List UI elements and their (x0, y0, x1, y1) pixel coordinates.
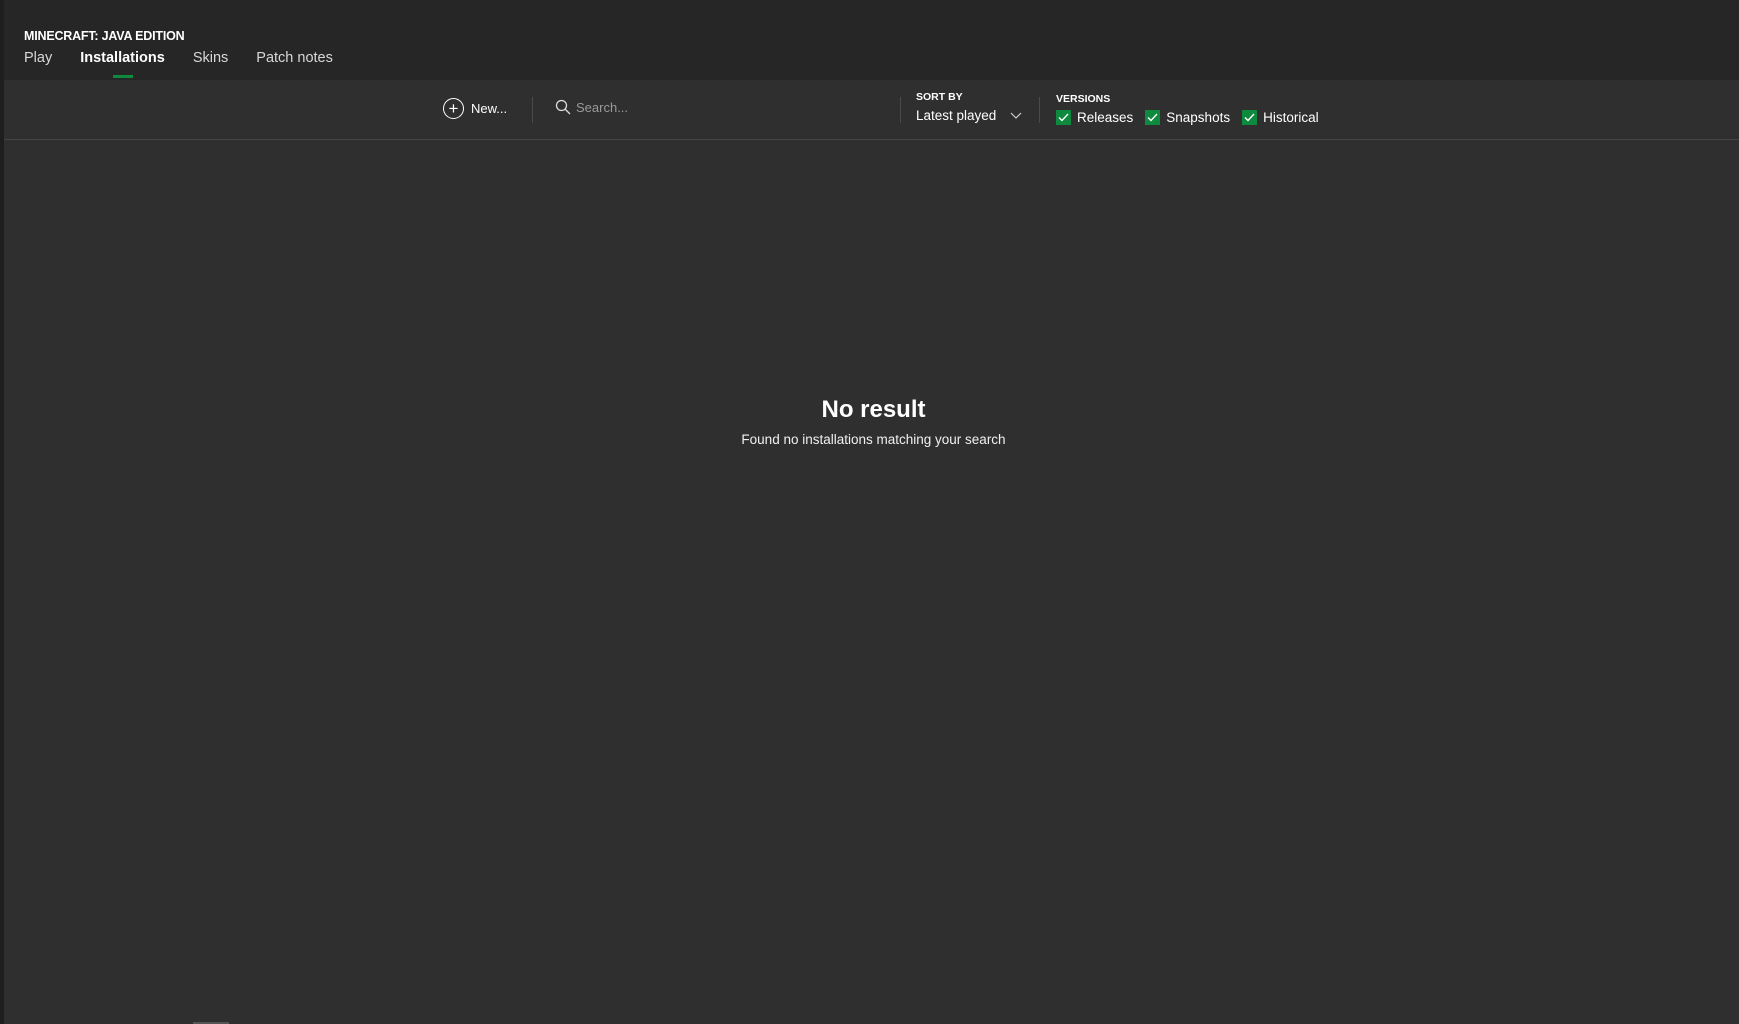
search-box[interactable] (555, 99, 885, 115)
empty-message: Found no installations matching your sea… (741, 432, 1006, 447)
sort-by: SORT BY Latest played (916, 91, 1022, 123)
header: MINECRAFT: JAVA EDITION Play Installatio… (4, 0, 1739, 80)
plus-circle-icon: + (443, 98, 464, 119)
sort-by-label: SORT BY (916, 91, 963, 103)
tab-bar: Play Installations Skins Patch notes (24, 50, 333, 78)
checkbox-historical[interactable]: Historical (1242, 110, 1319, 125)
sort-dropdown[interactable]: Latest played (916, 108, 1022, 123)
check-icon (1242, 110, 1258, 125)
divider (1039, 97, 1040, 123)
checkbox-label: Historical (1263, 110, 1319, 125)
tab-installations[interactable]: Installations (80, 50, 165, 78)
app-title: MINECRAFT: JAVA EDITION (24, 29, 185, 43)
empty-title: No result (821, 396, 926, 423)
new-installation-button[interactable]: + New... (443, 98, 507, 119)
check-icon (1056, 110, 1071, 125)
chevron-down-icon (1010, 112, 1022, 119)
divider (532, 97, 533, 123)
tab-patch-notes[interactable]: Patch notes (256, 50, 333, 78)
search-icon (555, 99, 571, 115)
checkbox-label: Releases (1077, 110, 1134, 125)
check-icon (1145, 110, 1161, 125)
checkbox-label: Snapshots (1166, 110, 1231, 125)
new-label: New... (471, 101, 508, 116)
empty-state: No result Found no installations matchin… (0, 396, 1739, 447)
versions-label: VERSIONS (1056, 93, 1111, 105)
sort-value: Latest played (916, 108, 997, 123)
tab-skins[interactable]: Skins (193, 50, 228, 78)
divider (900, 97, 901, 123)
checkbox-snapshots[interactable]: Snapshots (1145, 110, 1230, 125)
toolbar: + New... SORT BY Latest played VERSIONS … (4, 80, 1739, 140)
versions-filter: VERSIONS Releases Snapshots Historical (1056, 93, 1319, 125)
tab-play[interactable]: Play (24, 50, 52, 78)
left-edge (0, 0, 4, 1024)
search-input[interactable] (576, 99, 876, 115)
checkbox-releases[interactable]: Releases (1056, 110, 1133, 125)
